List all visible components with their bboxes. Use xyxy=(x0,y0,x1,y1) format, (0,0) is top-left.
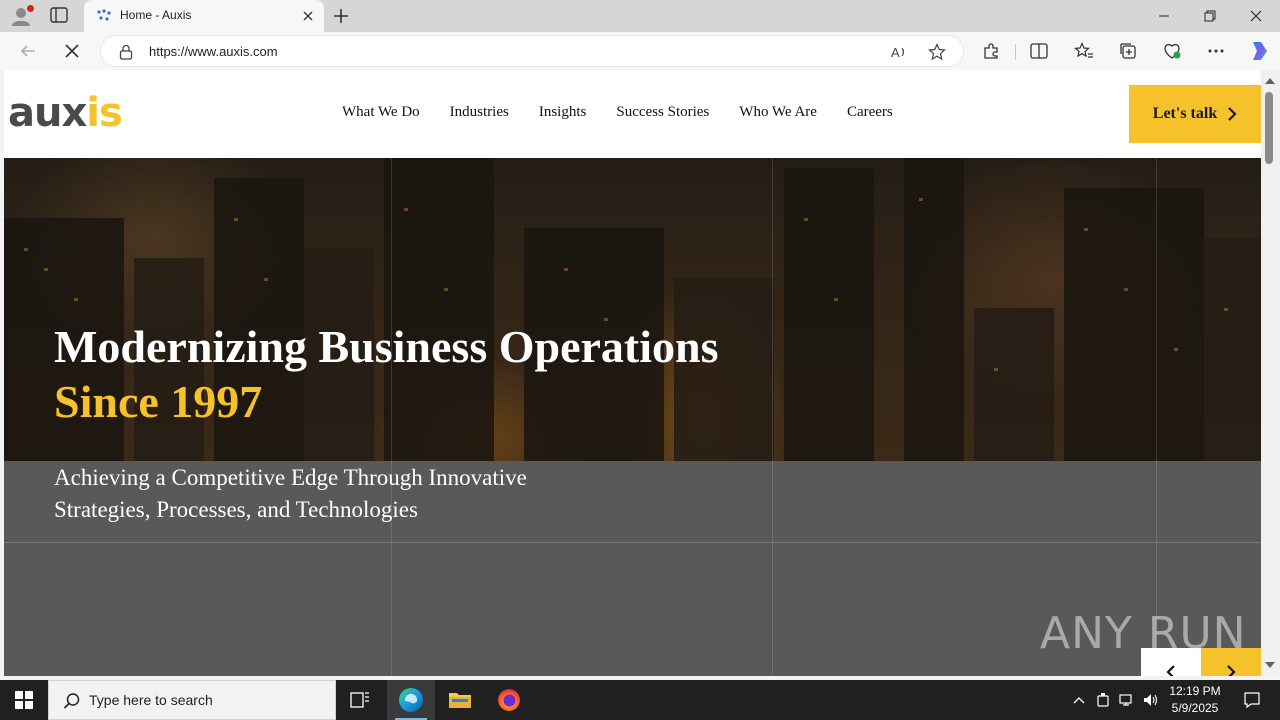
favorites-icon xyxy=(1074,42,1093,58)
svg-text:A: A xyxy=(891,45,900,60)
split-screen-button[interactable] xyxy=(1027,39,1051,63)
tab-actions-icon[interactable] xyxy=(50,7,70,25)
windows-taskbar: Type here to search 12:19 PM 5/9/2025 xyxy=(0,680,1280,720)
restore-button[interactable] xyxy=(1187,0,1233,32)
minimize-button[interactable] xyxy=(1141,0,1187,32)
browser-essentials-button[interactable] xyxy=(1160,39,1184,63)
read-aloud-button[interactable]: A xyxy=(889,42,909,62)
collections-icon xyxy=(1120,43,1136,59)
edge-taskbar-button[interactable] xyxy=(387,680,435,720)
windows-logo-icon xyxy=(15,691,33,709)
url-text[interactable]: https://www.auxis.com xyxy=(149,44,278,59)
grid-divider xyxy=(391,158,392,676)
star-icon xyxy=(928,43,946,61)
close-tab-icon[interactable] xyxy=(300,8,316,24)
close-icon xyxy=(1250,10,1262,22)
firefox-icon xyxy=(498,689,520,711)
web-page-viewport: auxis What We Do Industries Insights Suc… xyxy=(4,70,1261,676)
anyrun-watermark: ANY RUN xyxy=(1040,608,1247,659)
chevron-right-icon xyxy=(1228,107,1237,121)
tab-title: Home - Auxis xyxy=(120,8,192,22)
collections-button[interactable] xyxy=(1116,39,1140,63)
chevron-up-icon xyxy=(1073,697,1085,704)
copilot-icon xyxy=(1253,42,1267,60)
clock-time: 12:19 PM xyxy=(1169,684,1221,698)
tab-strip: Home - Auxis xyxy=(0,0,1280,32)
heartbeat-icon xyxy=(1164,43,1181,59)
browser-toolbar: https://www.auxis.com A xyxy=(0,32,1280,70)
lock-icon[interactable] xyxy=(119,44,133,60)
notifications-button[interactable] xyxy=(1232,680,1272,720)
main-nav: What We Do Industries Insights Success S… xyxy=(342,104,923,121)
hero-headline-accent: Since 1997 xyxy=(54,376,263,427)
puzzle-icon xyxy=(984,43,998,59)
nav-what-we-do[interactable]: What We Do xyxy=(342,104,420,121)
scroll-down-icon[interactable] xyxy=(1265,662,1275,668)
settings-more-button[interactable] xyxy=(1204,39,1228,63)
hero-subheadline: Achieving a Competitive Edge Through Inn… xyxy=(54,465,527,522)
grid-divider xyxy=(4,542,1261,543)
search-icon xyxy=(63,693,80,709)
copilot-button[interactable] xyxy=(1246,39,1270,63)
volume-button[interactable] xyxy=(1140,680,1162,720)
back-button[interactable] xyxy=(16,39,40,63)
extensions-button[interactable] xyxy=(979,39,1003,63)
taskbar-search-box[interactable]: Type here to search xyxy=(48,680,336,720)
notification-dot xyxy=(27,5,34,12)
new-tab-icon[interactable] xyxy=(331,6,351,26)
read-aloud-icon: A xyxy=(891,45,905,60)
lets-talk-label: Let's talk xyxy=(1152,105,1218,122)
stop-icon xyxy=(65,44,79,58)
network-icon xyxy=(1119,694,1132,706)
nav-success-stories[interactable]: Success Stories xyxy=(616,104,709,121)
toolbar-divider xyxy=(1015,44,1016,60)
task-view-button[interactable] xyxy=(336,680,384,720)
lets-talk-button[interactable]: Let's talk xyxy=(1129,85,1261,143)
more-dots-icon xyxy=(1208,49,1224,53)
network-button[interactable] xyxy=(1115,680,1139,720)
scrollbar-thumb[interactable] xyxy=(1265,92,1273,164)
favorite-star-button[interactable] xyxy=(927,42,947,62)
scroll-up-icon[interactable] xyxy=(1265,78,1275,84)
restore-icon xyxy=(1204,10,1216,22)
nav-who-we-are[interactable]: Who We Are xyxy=(739,104,817,121)
close-window-button[interactable] xyxy=(1233,0,1279,32)
edge-browser-icon xyxy=(399,688,423,712)
auxis-favicon-icon xyxy=(97,9,111,21)
site-header: auxis What We Do Industries Insights Suc… xyxy=(4,70,1261,158)
page-scrollbar[interactable] xyxy=(1261,70,1280,676)
stop-loading-button[interactable] xyxy=(60,39,84,63)
favorites-button[interactable] xyxy=(1072,39,1096,63)
grid-divider xyxy=(1156,158,1157,676)
speaker-icon xyxy=(1144,694,1158,706)
notification-icon xyxy=(1244,692,1260,709)
tray-app-button[interactable] xyxy=(1092,680,1114,720)
clock-date: 5/9/2025 xyxy=(1171,701,1219,715)
system-clock[interactable]: 12:19 PM 5/9/2025 xyxy=(1160,683,1230,717)
folder-icon xyxy=(449,693,471,708)
task-view-icon xyxy=(350,692,369,708)
address-bar[interactable]: https://www.auxis.com A xyxy=(100,35,964,67)
tab-home-auxis[interactable]: Home - Auxis xyxy=(84,0,324,32)
nav-careers[interactable]: Careers xyxy=(847,104,893,121)
show-hidden-icons-button[interactable] xyxy=(1068,680,1090,720)
split-screen-icon xyxy=(1030,43,1048,59)
nav-insights[interactable]: Insights xyxy=(539,104,587,121)
search-placeholder: Type here to search xyxy=(89,692,213,708)
grid-divider xyxy=(772,158,773,676)
usb-device-icon xyxy=(1097,693,1109,707)
file-explorer-button[interactable] xyxy=(436,680,484,720)
auxis-logo[interactable]: auxis xyxy=(8,90,123,136)
hero-headline: Modernizing Business Operations xyxy=(54,321,719,372)
firefox-taskbar-button[interactable] xyxy=(485,680,533,720)
minimize-icon xyxy=(1159,15,1169,17)
nav-industries[interactable]: Industries xyxy=(450,104,509,121)
back-arrow-icon xyxy=(20,45,35,57)
start-button[interactable] xyxy=(0,680,48,720)
profile-button[interactable] xyxy=(10,5,34,27)
